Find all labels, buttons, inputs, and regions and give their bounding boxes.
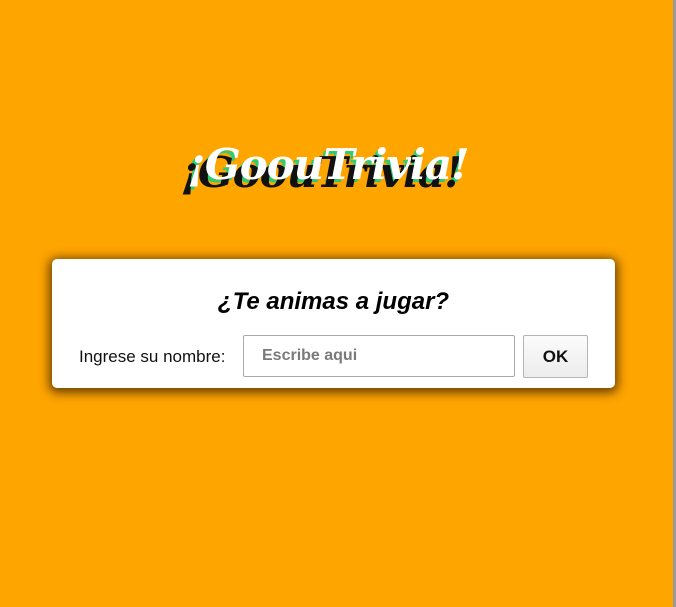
login-card: ¿Te animas a jugar? Ingrese su nombre: O… — [52, 259, 615, 388]
name-input[interactable] — [243, 335, 515, 377]
ok-button[interactable]: OK — [523, 335, 588, 378]
name-label: Ingrese su nombre: — [79, 347, 226, 366]
app-logo: ¡GoouTrivia! — [187, 140, 469, 189]
card-title: ¿Te animas a jugar? — [217, 288, 450, 315]
